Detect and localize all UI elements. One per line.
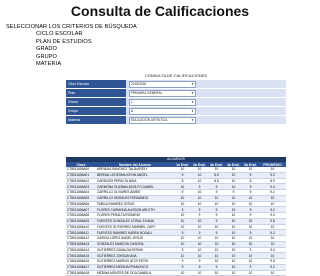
criteria-item: CICLO ESCOLAR <box>36 31 83 38</box>
materia-select[interactable]: EDUCACION ARTISTICA ▼ <box>129 116 196 124</box>
column-header: 5a Eval. <box>242 162 259 167</box>
filter-label-grupo: Grupo <box>66 106 126 116</box>
grade-cell: 10 <box>242 270 259 276</box>
filter-label-materia: Materia <box>66 115 126 125</box>
chevron-down-icon: ▼ <box>191 117 194 122</box>
student-id-cell: CT8011606A18 <box>66 270 96 276</box>
student-name-cell: MEDINA MONTES DE OCA DANIELA <box>96 270 174 276</box>
grade-cell: 10 <box>174 270 191 276</box>
panel-title: CONSULTA DE CALIFICACIONES <box>144 73 208 78</box>
grade-cell: 10 <box>225 270 242 276</box>
criteria-item: GRADO <box>36 46 58 53</box>
grades-table-section: ALUMNOS Clave Nombre del Alumno 1a Eval. 2a… <box>66 157 286 276</box>
average-cell: 10 <box>259 270 286 276</box>
plan-select[interactable]: PRIMARIA GENERAL ▼ <box>129 89 196 97</box>
grade-cell: 10 <box>208 270 225 276</box>
criteria-item: MATERIA <box>36 61 62 68</box>
table-row[interactable]: CT8011606A18 MEDINA MONTES DE OCA DANIELA… <box>66 270 286 276</box>
grado-select[interactable]: 1 ▼ <box>129 98 196 106</box>
chevron-down-icon: ▼ <box>191 99 194 104</box>
filter-panel: CONSULTA DE CALIFICACIONES Ciclo Escolar… <box>66 73 286 125</box>
criteria-item: GRUPO <box>36 53 58 60</box>
criteria-item: PLAN DE ESTUDIOS <box>36 38 92 45</box>
filter-form: Ciclo Escolar 2015/2016 ▼ Plan PRIMARIA … <box>66 80 286 125</box>
column-header: 1a Eval. <box>174 162 191 167</box>
grupo-select[interactable]: A ▼ <box>129 107 196 115</box>
column-header: 4a Eval. <box>225 162 242 167</box>
page-title: Consulta de Calificaciones <box>70 3 250 19</box>
filter-label-ciclo: Ciclo Escolar <box>66 80 126 89</box>
chevron-down-icon: ▼ <box>191 108 194 113</box>
ciclo-escolar-select[interactable]: 2015/2016 ▼ <box>129 80 196 88</box>
column-header: PROMEDIO <box>259 162 286 167</box>
criteria-heading: SELECCIONAR LOS CRITERIOS DE BÚSQUEDA <box>6 24 137 30</box>
column-header: 2a Eval. <box>191 162 208 167</box>
filter-label-grado: Grado <box>66 97 126 107</box>
grades-table: Clave Nombre del Alumno 1a Eval. 2a Eval. 3a… <box>66 162 286 276</box>
grade-cell: 10 <box>191 270 208 276</box>
column-header: 3a Eval. <box>208 162 225 167</box>
chevron-down-icon: ▼ <box>191 81 194 86</box>
filter-label-plan: Plan <box>66 88 126 98</box>
grades-table-body: CT8011606A00 ARRIAGA SANCHEZ TALIA ARELY 1… <box>66 167 286 276</box>
chevron-down-icon: ▼ <box>191 90 194 95</box>
search-criteria: SELECCIONAR LOS CRITERIOS DE BÚSQUEDA CI… <box>6 24 137 68</box>
